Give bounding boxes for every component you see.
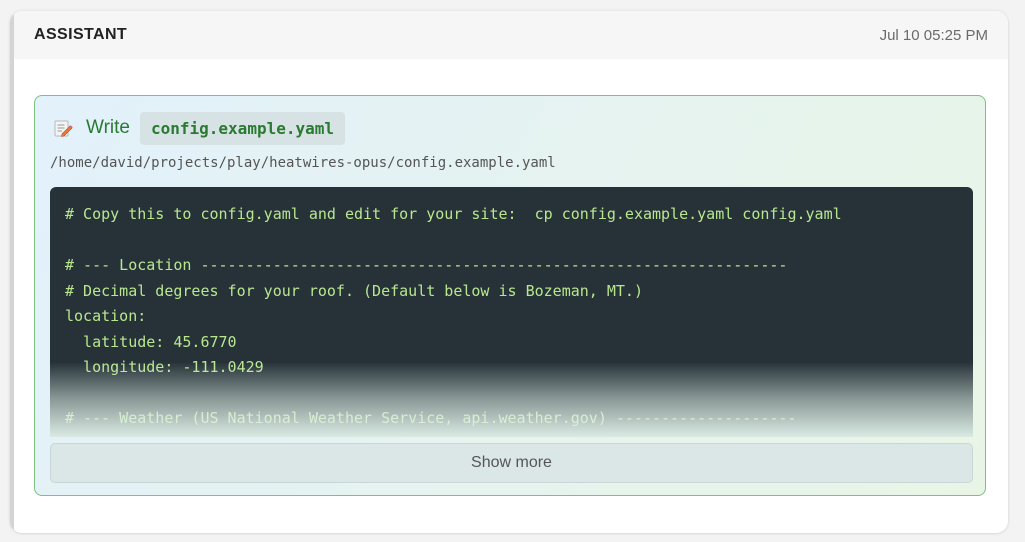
code-line: longitude: -111.0429	[65, 358, 264, 376]
memo-icon	[53, 118, 73, 138]
tool-name: Write	[86, 117, 130, 138]
message-header: ASSISTANT Jul 10 05:25 PM	[10, 11, 1008, 59]
message-role: ASSISTANT	[34, 26, 128, 43]
code-line: # --- Weather (US National Weather Servi…	[65, 409, 797, 427]
code-line: # Decimal degrees for your roof. (Defaul…	[65, 281, 643, 300]
tool-header: Write config.example.yaml	[53, 111, 346, 145]
assistant-message-card: ASSISTANT Jul 10 05:25 PM Write config.e…	[10, 11, 1008, 533]
code-line: # Copy this to config.yaml and edit for …	[65, 205, 842, 223]
code-line: # --- Location -------------------------…	[65, 256, 788, 274]
message-timestamp: Jul 10 05:25 PM	[879, 27, 988, 44]
write-tool-block: Write config.example.yaml /home/david/pr…	[34, 95, 986, 496]
file-name-chip: config.example.yaml	[139, 111, 346, 145]
code-line: latitude: 45.6770	[65, 332, 237, 351]
code-block: # Copy this to config.yaml and edit for …	[50, 187, 973, 437]
code-content: # Copy this to config.yaml and edit for …	[65, 202, 842, 432]
show-more-button[interactable]: Show more	[50, 443, 973, 483]
file-path: /home/david/projects/play/heatwires-opus…	[50, 155, 556, 171]
code-line: location:	[65, 307, 147, 325]
